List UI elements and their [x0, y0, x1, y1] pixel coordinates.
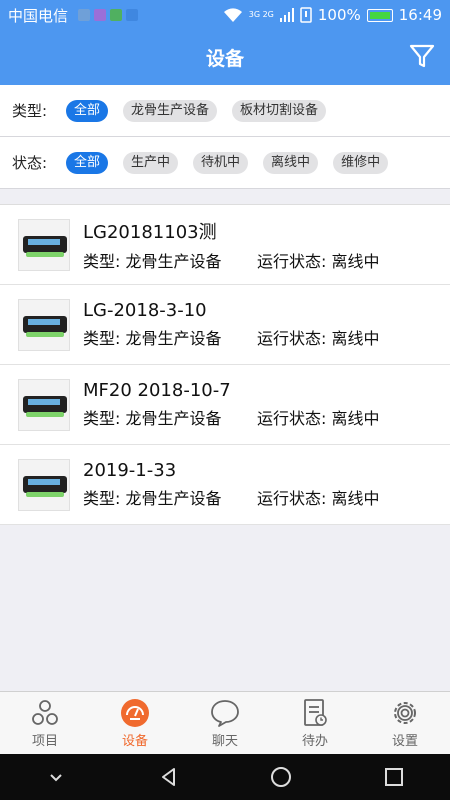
device-name: 2019-1-33: [83, 460, 177, 481]
tab-label: 设备: [121, 733, 148, 749]
device-status: 运行状态: 离线中: [257, 409, 380, 428]
filter-icon[interactable]: [408, 42, 436, 70]
status-chip-all[interactable]: 全部: [66, 151, 109, 174]
signal-icon: [279, 8, 294, 22]
app-header: 设备: [0, 30, 450, 85]
type-chip-keel[interactable]: 龙骨生产设备: [123, 99, 218, 122]
tab-label: 聊天: [211, 733, 238, 749]
device-name: LG20181103测: [83, 221, 217, 243]
tab-settings[interactable]: 设置: [360, 692, 450, 754]
tab-device[interactable]: 设备: [90, 692, 180, 754]
device-list-item[interactable]: 2019-1-33 类型: 龙骨生产设备 运行状态: 离线中: [0, 445, 450, 525]
wifi-icon: [223, 7, 242, 22]
device-status: 运行状态: 离线中: [257, 251, 380, 271]
device-name: LG-2018-3-10: [83, 300, 207, 321]
device-type: 类型: 龙骨生产设备: [83, 489, 222, 508]
clock: 16:49: [398, 6, 442, 24]
recent-apps-icon[interactable]: [382, 765, 406, 789]
device-type: 类型: 龙骨生产设备: [83, 329, 222, 348]
notification-icon: [126, 9, 139, 21]
notification-icon: [94, 9, 107, 21]
device-status: 运行状态: 离线中: [257, 329, 380, 348]
status-chip-offline[interactable]: 离线中: [263, 151, 319, 174]
device-thumbnail: [18, 218, 70, 271]
sim-icon: [300, 7, 312, 23]
device-list-item[interactable]: LG-2018-3-10 类型: 龙骨生产设备 运行状态: 离线中: [0, 285, 450, 365]
todo-icon: [304, 698, 327, 726]
device-name: MF20 2018-10-7: [83, 380, 231, 401]
device-list-item[interactable]: MF20 2018-10-7 类型: 龙骨生产设备 运行状态: 离线中: [0, 365, 450, 445]
battery-icon: [366, 8, 393, 22]
battery-level: 100%: [317, 6, 361, 24]
tab-project[interactable]: 项目: [0, 692, 90, 754]
device-type: 类型: 龙骨生产设备: [83, 251, 222, 271]
type-filter-label: 类型:: [12, 102, 48, 120]
device-status: 运行状态: 离线中: [257, 489, 380, 508]
project-icon: [32, 699, 58, 725]
tab-label: 项目: [31, 733, 58, 749]
carrier-name: 中国电信: [8, 6, 69, 25]
tab-label: 待办: [301, 733, 328, 749]
status-chip-producing[interactable]: 生产中: [123, 151, 179, 174]
network-type: 3G 2G: [248, 10, 274, 19]
type-chip-board[interactable]: 板材切割设备: [232, 99, 327, 122]
filter-panel: 类型: 全部 龙骨生产设备 板材切割设备 状态: 全部 生产中 待机中 离线中 …: [0, 85, 450, 189]
status-chip-repair[interactable]: 维修中: [333, 151, 389, 174]
device-list: LG20181103测 类型: 龙骨生产设备 运行状态: 离线中 LG-2018…: [0, 204, 450, 525]
device-thumbnail: [18, 378, 70, 431]
page-title: 设备: [205, 48, 244, 70]
device-type: 类型: 龙骨生产设备: [83, 409, 222, 428]
home-icon[interactable]: [269, 765, 293, 789]
device-thumbnail: [18, 458, 70, 511]
back-icon[interactable]: [157, 765, 181, 789]
type-chip-all[interactable]: 全部: [66, 99, 109, 122]
device-list-item[interactable]: LG20181103测 类型: 龙骨生产设备 运行状态: 离线中: [0, 205, 450, 285]
status-bar: 中国电信 3G 2G 100% 16:49: [0, 0, 450, 30]
type-filter-row: 类型: 全部 龙骨生产设备 板材切割设备: [0, 85, 450, 137]
bottom-tab-bar: 项目 设备 聊天 待办 设置: [0, 691, 450, 754]
notification-icon: [110, 9, 123, 21]
chevron-down-icon[interactable]: [44, 765, 68, 789]
tab-todo[interactable]: 待办: [270, 692, 360, 754]
status-chip-standby[interactable]: 待机中: [193, 151, 249, 174]
settings-icon: [394, 701, 416, 724]
tab-label: 设置: [391, 733, 418, 749]
status-filter-label: 状态:: [12, 154, 48, 172]
chat-icon: [211, 699, 239, 727]
device-icon: [121, 698, 149, 727]
status-filter-row: 状态: 全部 生产中 待机中 离线中 维修中: [0, 137, 450, 189]
device-thumbnail: [18, 298, 70, 351]
notification-icon: [78, 9, 91, 21]
system-nav-bar: [0, 754, 450, 800]
tab-chat[interactable]: 聊天: [180, 692, 270, 754]
